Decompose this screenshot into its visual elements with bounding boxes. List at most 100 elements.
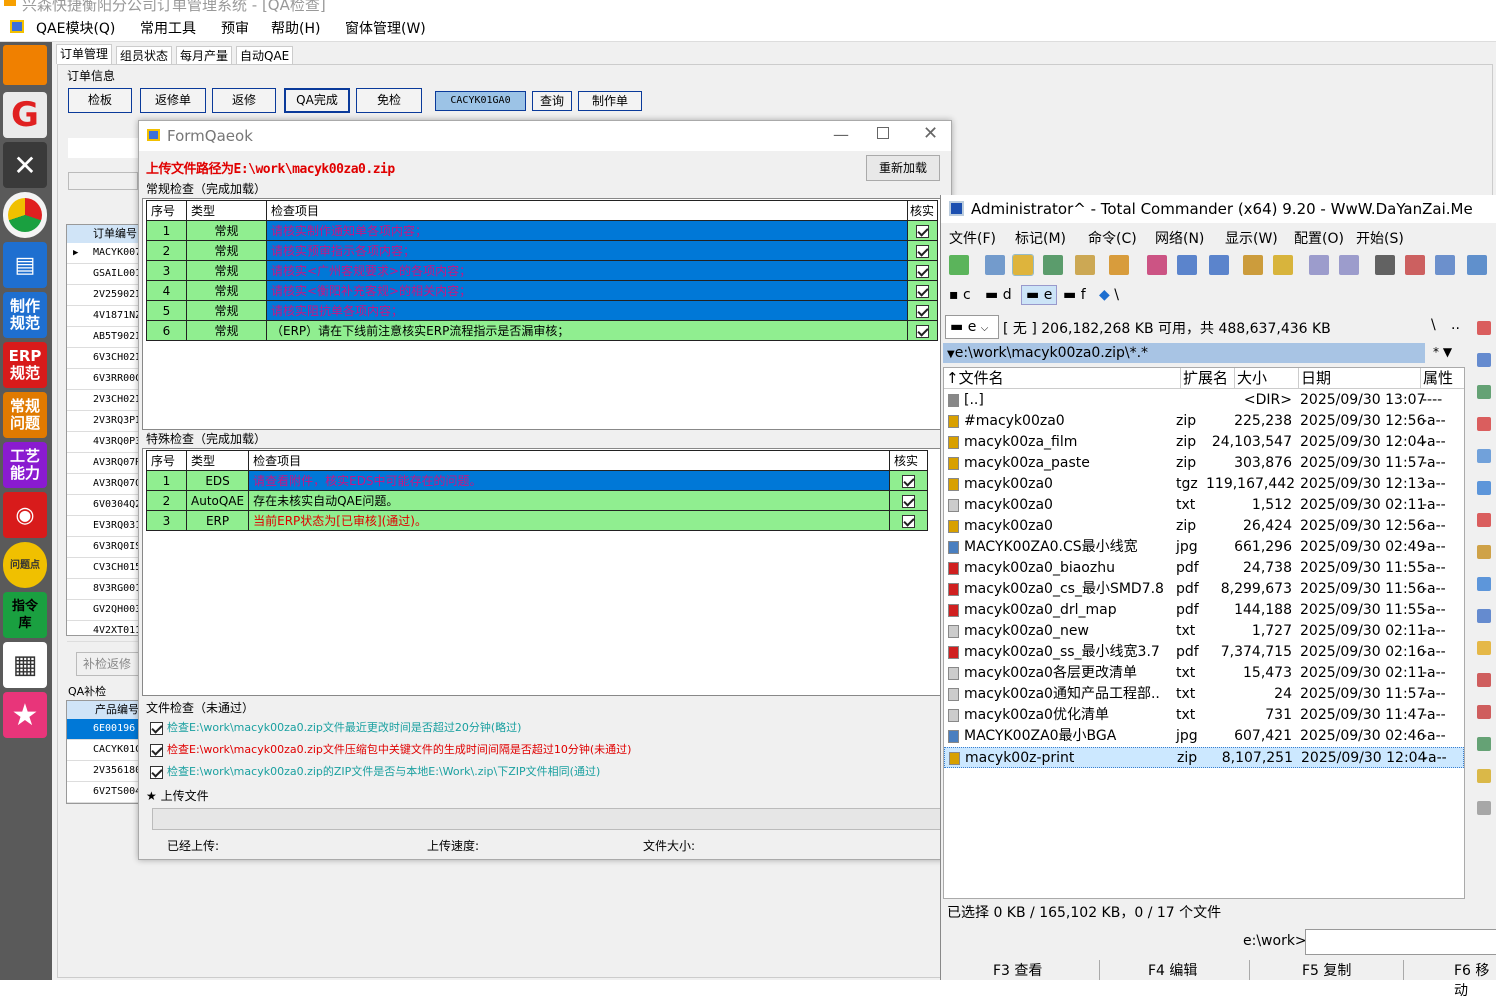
- menu-tools[interactable]: 常用工具: [140, 18, 196, 38]
- issue-point-button[interactable]: 问题点: [3, 542, 47, 588]
- repair-order-button[interactable]: 返修单: [140, 88, 206, 113]
- path-bar[interactable]: ▼e:\work\macyk00za0.zip\*.*: [943, 343, 1425, 363]
- file-row[interactable]: macyk00za0各层更改清单 txt 15,473 2025/09/30 02:1…: [944, 663, 1464, 684]
- order-row[interactable]: AV3RQ07R: [67, 453, 143, 474]
- file-row[interactable]: MACYK00ZA0最小BGA jpg 607,421 2025/09/30 02:4…: [944, 726, 1464, 747]
- order-row[interactable]: 6V3RR00C: [67, 369, 143, 390]
- verify-cell[interactable]: [907, 240, 938, 261]
- file-row[interactable]: macyk00za0优化清单 txt 731 2025/09/30 11:47 -a--: [944, 705, 1464, 726]
- file-check-checkbox[interactable]: [150, 743, 163, 757]
- order-row[interactable]: 4V2XT011: [67, 621, 143, 642]
- sidebar-tool-icon[interactable]: [1477, 609, 1491, 623]
- drive-f-button[interactable]: ▬ f: [1063, 287, 1086, 303]
- order-row[interactable]: 6V3RQ0IS: [67, 537, 143, 558]
- f5-copy-button[interactable]: F5 复制: [1249, 960, 1351, 980]
- toolbar-button-icon[interactable]: [985, 255, 1005, 275]
- sidebar-tool-icon[interactable]: [1477, 449, 1491, 463]
- toolbar-button-icon[interactable]: [1375, 255, 1395, 275]
- tc-menu-command[interactable]: 命令(C): [1088, 228, 1137, 248]
- f4-edit-button[interactable]: F4 编辑: [1099, 960, 1197, 980]
- verify-cell[interactable]: [907, 280, 938, 301]
- order-row[interactable]: MACYK007 ▶: [67, 243, 143, 264]
- tab-member-status[interactable]: 组员状态: [116, 46, 173, 64]
- order-row[interactable]: 6V3CH02I: [67, 348, 143, 369]
- order-row[interactable]: AB5T902I: [67, 327, 143, 348]
- toolbar-button-icon[interactable]: [949, 255, 969, 275]
- order-row[interactable]: CV3CH015: [67, 558, 143, 579]
- make-order-button[interactable]: 制作单: [578, 91, 642, 111]
- verify-checkbox[interactable]: [902, 474, 915, 488]
- regular-check-row[interactable]: 1 常规 请核实制作通知单各项内容；: [146, 220, 938, 241]
- order-row[interactable]: 2V25902I: [67, 285, 143, 306]
- tc-menu-mark[interactable]: 标记(M): [1015, 228, 1066, 248]
- file-row[interactable]: macyk00za0_ss_最小线宽3.7 pdf 7,374,715 2025/09…: [944, 642, 1464, 663]
- f3-view-button[interactable]: F3 查看: [993, 960, 1042, 980]
- tc-menu-start[interactable]: 开始(S): [1356, 228, 1404, 248]
- left-combo-2[interactable]: [68, 172, 138, 190]
- toolbar-button-icon[interactable]: [1273, 255, 1293, 275]
- file-row[interactable]: #macyk00za0 zip 225,238 2025/09/30 12:56 -a-…: [944, 411, 1464, 432]
- reload-button[interactable]: 重新加载: [866, 155, 940, 181]
- special-check-row[interactable]: 2 AutoQAE 存在未核实自动QAE问题。: [146, 490, 928, 511]
- order-row[interactable]: AV3RQ07Q: [67, 474, 143, 495]
- menu-app-icon[interactable]: [10, 20, 24, 33]
- toolbar-button-icon[interactable]: [1109, 255, 1129, 275]
- close-icon[interactable]: ✕: [923, 123, 938, 144]
- toolbar-button-icon[interactable]: [1147, 255, 1167, 275]
- verify-checkbox[interactable]: [902, 494, 915, 508]
- verify-checkbox[interactable]: [902, 514, 915, 528]
- drive-c-button[interactable]: ▪ c: [949, 287, 971, 303]
- sidebar-tool-icon[interactable]: [1477, 545, 1491, 559]
- sidebar-tool-icon[interactable]: [1477, 513, 1491, 527]
- file-row[interactable]: macyk00z-print zip 8,107,251 2025/09/30 12:…: [944, 747, 1464, 768]
- logo-g-icon[interactable]: G: [3, 92, 47, 138]
- sidebar-tool-icon[interactable]: [1477, 385, 1491, 399]
- instruction-lib-button[interactable]: 指令 库: [3, 592, 47, 638]
- verify-cell[interactable]: [889, 510, 928, 531]
- special-check-row[interactable]: 1 EDS 请查看附件，核实EDS中可能存在的问题。: [146, 470, 928, 491]
- make-spec-button[interactable]: 制作 规范: [3, 292, 47, 338]
- file-row[interactable]: [..] <DIR> 2025/09/30 13:07 ----: [944, 390, 1464, 411]
- sidebar-tool-icon[interactable]: [1477, 321, 1491, 335]
- file-row[interactable]: macyk00za_paste zip 303,876 2025/09/30 11:5…: [944, 453, 1464, 474]
- verify-cell[interactable]: [889, 470, 928, 491]
- tc-menu-view[interactable]: 显示(W): [1225, 228, 1278, 248]
- parent-button[interactable]: ..: [1451, 317, 1460, 333]
- verify-cell[interactable]: [907, 300, 938, 321]
- file-row[interactable]: macyk00za0_biaozhu pdf 24,738 2025/09/30 11…: [944, 558, 1464, 579]
- regular-check-row[interactable]: 2 常规 请核实预审指示各项内容；: [146, 240, 938, 261]
- chart-icon[interactable]: [3, 192, 47, 238]
- menu-window[interactable]: 窗体管理(W): [345, 18, 426, 38]
- sidebar-tool-icon[interactable]: [1477, 417, 1491, 431]
- order-row[interactable]: 4V1871NZ: [67, 306, 143, 327]
- toolbar-button-icon[interactable]: [1467, 255, 1487, 275]
- regular-check-row[interactable]: 6 常规 （ERP）请在下线前注意核实ERP流程指示是否漏审核；: [146, 320, 938, 341]
- order-row[interactable]: 6V0304Q2: [67, 495, 143, 516]
- order-row[interactable]: 4V3RQ0P3: [67, 432, 143, 453]
- drive-select[interactable]: ▬ e ⌵: [945, 315, 999, 339]
- sidebar-tool-icon[interactable]: [1477, 353, 1491, 367]
- file-check-checkbox[interactable]: [150, 721, 163, 735]
- col-size[interactable]: 大小: [1234, 368, 1267, 389]
- exempt-button[interactable]: 免检: [356, 88, 422, 113]
- toolbar-button-icon[interactable]: [1309, 255, 1329, 275]
- verify-checkbox[interactable]: [916, 244, 929, 258]
- verify-checkbox[interactable]: [916, 304, 929, 318]
- order-row[interactable]: EV3RQ031: [67, 516, 143, 537]
- drive-net-button[interactable]: ◆ \: [1099, 287, 1119, 303]
- qa-complete-button[interactable]: QA完成: [284, 88, 350, 113]
- order-row[interactable]: GSAIL001: [67, 264, 143, 285]
- menu-prereview[interactable]: 预审: [221, 18, 249, 38]
- file-row[interactable]: macyk00za0 txt 1,512 2025/09/30 02:11 -a--: [944, 495, 1464, 516]
- query-button[interactable]: 查询: [532, 91, 572, 111]
- verify-checkbox[interactable]: [916, 284, 929, 298]
- sidebar-tool-icon[interactable]: [1477, 705, 1491, 719]
- col-date[interactable]: 日期: [1298, 368, 1331, 389]
- supplement-repair-button[interactable]: 补检返修: [76, 652, 142, 676]
- tab-monthly-output[interactable]: 每月产量: [176, 46, 233, 64]
- toolbar-button-icon[interactable]: [1209, 255, 1229, 275]
- file-check-item[interactable]: 检查E:\work\macyk00za0.zip文件压缩包中关键文件的生成时间间…: [150, 741, 631, 757]
- file-check-item[interactable]: 检查E:\work\macyk00za0.zip的ZIP文件是否与本地E:\Wo…: [150, 763, 600, 779]
- sidebar-tool-icon[interactable]: [1477, 769, 1491, 783]
- sidebar-tool-icon[interactable]: [1477, 641, 1491, 655]
